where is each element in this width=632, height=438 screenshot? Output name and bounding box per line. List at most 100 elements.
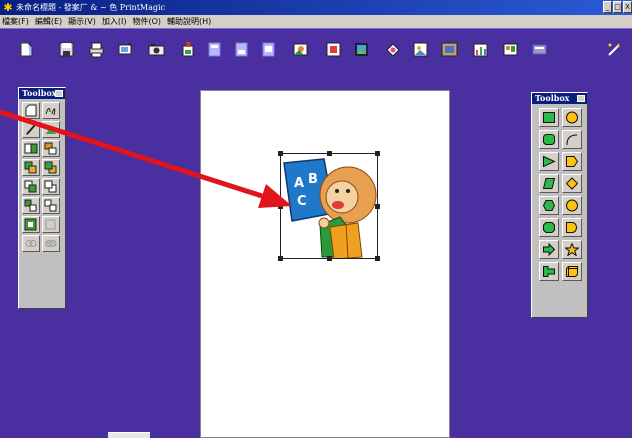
backward-icon bbox=[44, 180, 57, 193]
printmagic-window: ✱ 未命名標題 - 發案厂 & ~ 色 PrintMagic _ □ X 檔案(… bbox=[0, 0, 632, 438]
ungroup-icon bbox=[44, 142, 57, 155]
shape-ellipse[interactable] bbox=[562, 108, 582, 127]
minimize-button[interactable]: _ bbox=[603, 1, 612, 13]
arc-icon bbox=[566, 134, 578, 146]
menu-file[interactable]: 檔案(F) bbox=[0, 16, 32, 27]
align-b-icon bbox=[44, 199, 57, 212]
menu-edit[interactable]: 編輯(E) bbox=[32, 16, 65, 27]
save-icon[interactable] bbox=[58, 41, 75, 58]
menu-view[interactable]: 顯示(V) bbox=[65, 16, 99, 27]
sticker-icon[interactable] bbox=[384, 41, 401, 58]
shape-folded[interactable] bbox=[562, 262, 582, 281]
shape-rectangle[interactable] bbox=[539, 108, 559, 127]
rectangle-icon bbox=[543, 112, 555, 123]
tool-crop[interactable] bbox=[22, 216, 40, 233]
menu-help[interactable]: 輔助說明(H) bbox=[164, 16, 214, 27]
left-toolbox-title: Toolbox bbox=[22, 88, 57, 98]
card-icon[interactable] bbox=[502, 41, 519, 58]
ellipse-icon bbox=[566, 111, 578, 124]
text-tool-icon bbox=[45, 108, 56, 116]
resize-handle-sw[interactable] bbox=[278, 256, 283, 261]
left-toolbox-close-button[interactable] bbox=[55, 90, 63, 97]
window-title: 未命名標題 - 發案厂 & ~ 色 PrintMagic bbox=[16, 3, 166, 12]
title-bar[interactable]: ✱ 未命名標題 - 發案厂 & ~ 色 PrintMagic _ □ X bbox=[0, 0, 632, 15]
tool-disabled-a[interactable] bbox=[42, 216, 60, 233]
triangle-icon bbox=[543, 155, 556, 168]
tool-page[interactable] bbox=[22, 102, 40, 119]
tool-fill[interactable] bbox=[42, 121, 60, 138]
folded-corner-icon bbox=[566, 266, 578, 277]
menu-insert[interactable]: 加入(I) bbox=[99, 16, 130, 27]
selection-box[interactable] bbox=[278, 151, 380, 261]
page-icon bbox=[25, 104, 37, 117]
paint-icon[interactable] bbox=[180, 41, 197, 58]
link-icon bbox=[25, 240, 37, 247]
shape-diamond[interactable] bbox=[562, 174, 582, 193]
doc3-icon[interactable] bbox=[260, 41, 277, 58]
image-icon[interactable] bbox=[353, 41, 370, 58]
status-tab bbox=[108, 432, 150, 438]
tool-disabled-b[interactable] bbox=[22, 235, 40, 252]
document-page[interactable]: A B C bbox=[200, 90, 450, 438]
resize-handle-e[interactable] bbox=[375, 204, 380, 209]
close-button[interactable]: X bbox=[623, 1, 632, 13]
arrow-shape-icon bbox=[543, 243, 556, 256]
tool-bring-front[interactable] bbox=[22, 159, 40, 176]
parallelogram-icon bbox=[542, 178, 556, 189]
tool-align-b[interactable] bbox=[42, 197, 60, 214]
resize-handle-w[interactable] bbox=[278, 204, 283, 209]
resize-handle-s[interactable] bbox=[327, 256, 332, 261]
tool-align-a[interactable] bbox=[22, 197, 40, 214]
resize-handle-nw[interactable] bbox=[278, 151, 283, 156]
tool-disabled-c[interactable] bbox=[42, 235, 60, 252]
diamond-icon bbox=[565, 177, 579, 190]
tool-pencil[interactable] bbox=[22, 121, 40, 138]
resize-handle-se[interactable] bbox=[375, 256, 380, 261]
shape-triangle[interactable] bbox=[539, 152, 559, 171]
magic-icon[interactable] bbox=[606, 41, 623, 58]
left-toolbox-header[interactable]: Toolbox bbox=[19, 88, 65, 99]
shape-parallelogram[interactable] bbox=[539, 174, 559, 193]
tool-text[interactable] bbox=[42, 102, 60, 119]
new-icon[interactable] bbox=[18, 41, 35, 58]
tool-ungroup[interactable] bbox=[42, 140, 60, 157]
resize-handle-n[interactable] bbox=[327, 151, 332, 156]
tab-shape-icon bbox=[566, 156, 579, 167]
shape-tag[interactable] bbox=[539, 262, 559, 281]
tool-send-back[interactable] bbox=[42, 159, 60, 176]
camera-icon[interactable] bbox=[148, 41, 165, 58]
photo-icon[interactable] bbox=[292, 41, 309, 58]
print-icon[interactable] bbox=[88, 41, 105, 58]
maximize-button[interactable]: □ bbox=[613, 1, 622, 13]
resize-handle-ne[interactable] bbox=[375, 151, 380, 156]
shape-arc[interactable] bbox=[562, 130, 582, 149]
menu-bar: 檔案(F) 編輯(E) 顯示(V) 加入(I) 物件(O) 輔助說明(H) bbox=[0, 15, 632, 28]
tool-backward[interactable] bbox=[42, 178, 60, 195]
chain-icon bbox=[45, 240, 57, 247]
frame-icon[interactable] bbox=[325, 41, 342, 58]
doc-icon[interactable] bbox=[206, 41, 223, 58]
shape-d-shape[interactable] bbox=[562, 218, 582, 237]
d-shape-icon bbox=[566, 222, 577, 233]
frame2-icon[interactable] bbox=[441, 41, 458, 58]
tool-group[interactable] bbox=[22, 140, 40, 157]
shape-circle[interactable] bbox=[562, 196, 582, 215]
main-toolbar bbox=[0, 28, 632, 66]
menu-object[interactable]: 物件(O) bbox=[129, 16, 164, 27]
shape-pentagon-tab[interactable] bbox=[562, 152, 582, 171]
tag-icon bbox=[543, 266, 555, 277]
shape-rounded-rect[interactable] bbox=[539, 130, 559, 149]
right-toolbox-header[interactable]: Toolbox bbox=[532, 93, 587, 104]
doc2-icon[interactable] bbox=[233, 41, 250, 58]
chart-icon[interactable] bbox=[472, 41, 489, 58]
right-toolbox-close-button[interactable] bbox=[577, 95, 585, 102]
shape-octagon[interactable] bbox=[539, 218, 559, 237]
picture-icon[interactable] bbox=[412, 41, 429, 58]
scan-icon[interactable] bbox=[117, 41, 134, 58]
banner-icon[interactable] bbox=[531, 41, 548, 58]
tool-forward[interactable] bbox=[22, 178, 40, 195]
shape-star[interactable] bbox=[562, 240, 582, 259]
shape-hexagon[interactable] bbox=[539, 196, 559, 215]
shape-arrow[interactable] bbox=[539, 240, 559, 259]
fill-icon bbox=[46, 126, 56, 134]
